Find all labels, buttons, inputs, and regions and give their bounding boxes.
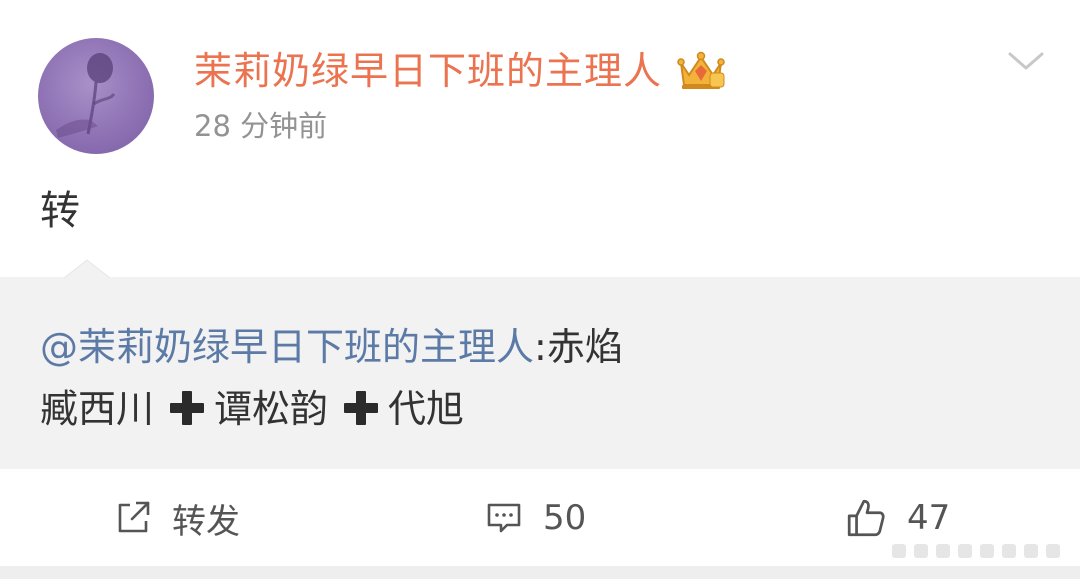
repost-button[interactable]: 转发: [114, 470, 240, 566]
repost-name-2: 谭松韵: [214, 387, 329, 431]
repost-label: 转发: [172, 501, 240, 542]
repost-name-3: 代旭: [388, 387, 465, 431]
repost-text: @茉莉奶绿早日下班的主理人:赤焰 臧西川 谭松韵 代旭: [40, 316, 1040, 440]
author-name[interactable]: 茉莉奶绿早日下班的主理人: [194, 46, 662, 96]
chevron-down-icon[interactable]: [1006, 46, 1046, 76]
repost-text-segment: :赤焰: [534, 325, 623, 369]
like-count: 47: [907, 498, 951, 538]
post-timestamp: 28 分钟前: [194, 109, 328, 143]
vip-crown-icon[interactable]: [676, 51, 726, 91]
watermark-mark: [892, 544, 1060, 558]
plus-icon: [170, 391, 205, 425]
comment-button[interactable]: 50: [485, 470, 586, 566]
repost-mention-link[interactable]: @茉莉奶绿早日下班的主理人: [40, 325, 534, 369]
author-name-row: 茉莉奶绿早日下班的主理人: [194, 46, 726, 96]
bottom-divider: [0, 566, 1080, 579]
post-text: 转: [40, 188, 80, 234]
repost-pointer: [64, 259, 110, 279]
share-icon: [118, 501, 150, 533]
repost-line-1: @茉莉奶绿早日下班的主理人:赤焰: [40, 316, 1040, 378]
avatar[interactable]: [38, 38, 154, 154]
repost-name-1: 臧西川: [40, 387, 155, 431]
comment-count: 50: [543, 498, 587, 538]
avatar-rose-image: [56, 53, 116, 138]
like-icon: [847, 499, 885, 537]
comment-icon: [487, 503, 521, 533]
repost-line-2: 臧西川 谭松韵 代旭: [40, 378, 1040, 440]
plus-icon: [344, 391, 379, 425]
